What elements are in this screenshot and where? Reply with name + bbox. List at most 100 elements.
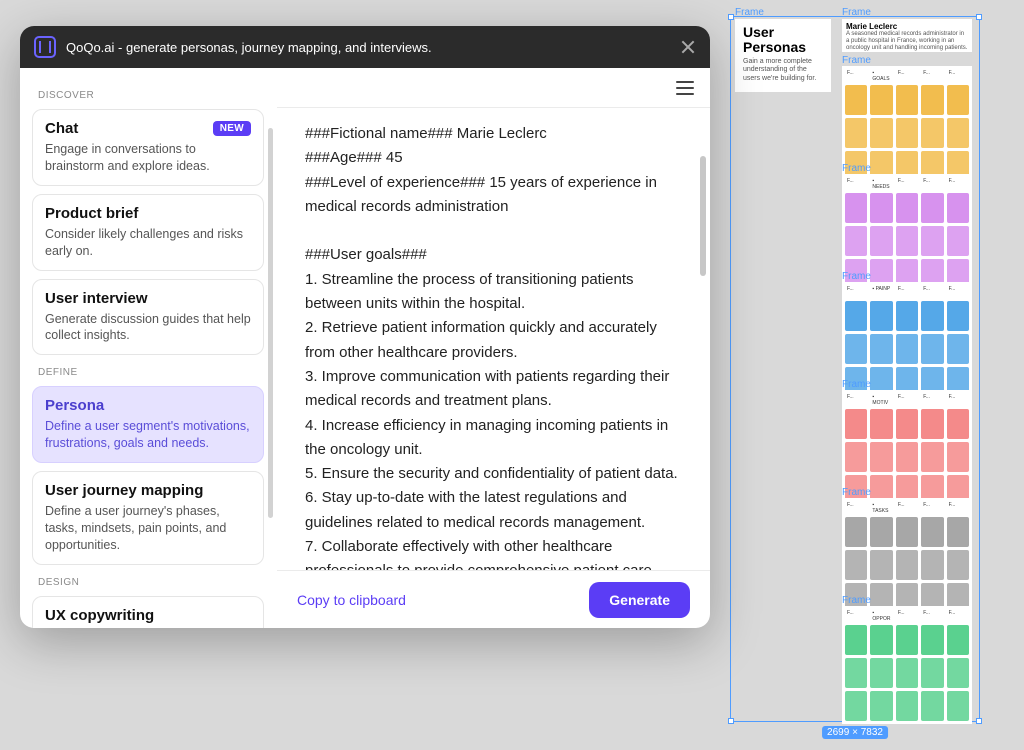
grid-card[interactable]: [947, 193, 969, 223]
grid-card[interactable]: [947, 85, 969, 115]
grid-card[interactable]: [896, 658, 918, 688]
grid-card[interactable]: [947, 550, 969, 580]
grid-card[interactable]: [896, 442, 918, 472]
section-header-card[interactable]: F...: [896, 285, 918, 298]
section-header-card[interactable]: F...: [896, 609, 918, 622]
grid-card[interactable]: [870, 334, 892, 364]
grid-card[interactable]: [870, 226, 892, 256]
grid-card[interactable]: [870, 691, 892, 721]
grid-card[interactable]: [845, 442, 867, 472]
grid-card[interactable]: [896, 550, 918, 580]
grid-card[interactable]: [845, 550, 867, 580]
grid-card[interactable]: [921, 658, 943, 688]
section-header-card[interactable]: F...: [845, 285, 867, 298]
sidebar-item-product-brief[interactable]: Product briefConsider likely challenges …: [32, 194, 264, 271]
section-header-card[interactable]: F...: [921, 69, 943, 82]
section-header-card[interactable]: F...: [921, 285, 943, 298]
grid-card[interactable]: [921, 301, 943, 331]
grid-card[interactable]: [896, 691, 918, 721]
grid-card[interactable]: [896, 625, 918, 655]
section-header-card[interactable]: F...: [921, 393, 943, 406]
grid-card[interactable]: [921, 442, 943, 472]
grid-card[interactable]: [921, 409, 943, 439]
section-header-card[interactable]: ▪ NEEDS: [870, 177, 892, 190]
grid-card[interactable]: [870, 625, 892, 655]
grid-card[interactable]: [947, 301, 969, 331]
grid-card[interactable]: [896, 193, 918, 223]
section-header-card[interactable]: F...: [896, 177, 918, 190]
sidebar-item-user-journey-mapping[interactable]: User journey mappingDefine a user journe…: [32, 471, 264, 565]
section-header-card[interactable]: F...: [921, 609, 943, 622]
grid-card[interactable]: [896, 517, 918, 547]
section-header-card[interactable]: F...: [896, 501, 918, 514]
grid-card[interactable]: [896, 85, 918, 115]
sidebar-scrollbar[interactable]: [268, 128, 273, 568]
grid-card[interactable]: [947, 409, 969, 439]
section-header-card[interactable]: F...: [921, 501, 943, 514]
grid-card[interactable]: [870, 193, 892, 223]
selection-handle-sw[interactable]: [728, 718, 734, 724]
grid-card[interactable]: [845, 409, 867, 439]
section-header-card[interactable]: F...: [845, 501, 867, 514]
hamburger-icon[interactable]: [676, 81, 694, 95]
section-header-card[interactable]: ▪ OPPOR: [870, 609, 892, 622]
grid-card[interactable]: [845, 625, 867, 655]
generate-button[interactable]: Generate: [589, 582, 690, 618]
sidebar-item-persona[interactable]: PersonaDefine a user segment's motivatio…: [32, 386, 264, 463]
grid-card[interactable]: [947, 118, 969, 148]
section-header-card[interactable]: F...: [845, 69, 867, 82]
selection-handle-se[interactable]: [976, 718, 982, 724]
grid-card[interactable]: [870, 442, 892, 472]
grid-card[interactable]: [921, 193, 943, 223]
grid-card[interactable]: [947, 517, 969, 547]
sidebar-item-ux-copywriting[interactable]: UX copywritingCraft clear, concise, and …: [32, 596, 264, 628]
grid-card[interactable]: [870, 658, 892, 688]
canvas-section-frame[interactable]: F...▪ OPPORF...F...F...: [842, 606, 972, 724]
section-header-card[interactable]: F...: [921, 177, 943, 190]
section-header-card[interactable]: F...: [845, 177, 867, 190]
grid-card[interactable]: [921, 691, 943, 721]
section-header-card[interactable]: F...: [845, 609, 867, 622]
grid-card[interactable]: [845, 691, 867, 721]
grid-card[interactable]: [845, 517, 867, 547]
sidebar-item-user-interview[interactable]: User interviewGenerate discussion guides…: [32, 279, 264, 356]
close-icon[interactable]: [680, 39, 696, 55]
grid-card[interactable]: [845, 118, 867, 148]
sidebar-item-chat[interactable]: ChatNEWEngage in conversations to brains…: [32, 109, 264, 186]
grid-card[interactable]: [896, 301, 918, 331]
section-header-card[interactable]: F...: [896, 69, 918, 82]
grid-card[interactable]: [870, 409, 892, 439]
sidebar-scrollbar-thumb[interactable]: [268, 128, 273, 518]
section-header-card[interactable]: F...: [947, 177, 969, 190]
grid-card[interactable]: [896, 226, 918, 256]
grid-card[interactable]: [870, 118, 892, 148]
grid-card[interactable]: [947, 658, 969, 688]
grid-card[interactable]: [845, 301, 867, 331]
section-header-card[interactable]: F...: [896, 393, 918, 406]
grid-card[interactable]: [845, 193, 867, 223]
grid-card[interactable]: [921, 226, 943, 256]
grid-card[interactable]: [921, 334, 943, 364]
grid-card[interactable]: [947, 334, 969, 364]
grid-card[interactable]: [947, 625, 969, 655]
grid-card[interactable]: [870, 517, 892, 547]
grid-card[interactable]: [896, 118, 918, 148]
grid-card[interactable]: [870, 301, 892, 331]
section-header-card[interactable]: F...: [845, 393, 867, 406]
section-header-card[interactable]: F...: [947, 609, 969, 622]
grid-card[interactable]: [896, 409, 918, 439]
section-header-card[interactable]: F...: [947, 501, 969, 514]
section-header-card[interactable]: ▪ GOALS: [870, 69, 892, 82]
grid-card[interactable]: [845, 85, 867, 115]
grid-card[interactable]: [896, 334, 918, 364]
section-header-card[interactable]: ▪ PAINP: [870, 285, 892, 298]
grid-card[interactable]: [947, 442, 969, 472]
selection-handle-nw[interactable]: [728, 14, 734, 20]
section-header-card[interactable]: ▪ MOTIV: [870, 393, 892, 406]
grid-card[interactable]: [921, 550, 943, 580]
grid-card[interactable]: [947, 226, 969, 256]
section-header-card[interactable]: F...: [947, 285, 969, 298]
grid-card[interactable]: [921, 85, 943, 115]
grid-card[interactable]: [921, 625, 943, 655]
canvas-persona-frame[interactable]: Marie Leclerc A seasoned medical records…: [842, 19, 972, 52]
